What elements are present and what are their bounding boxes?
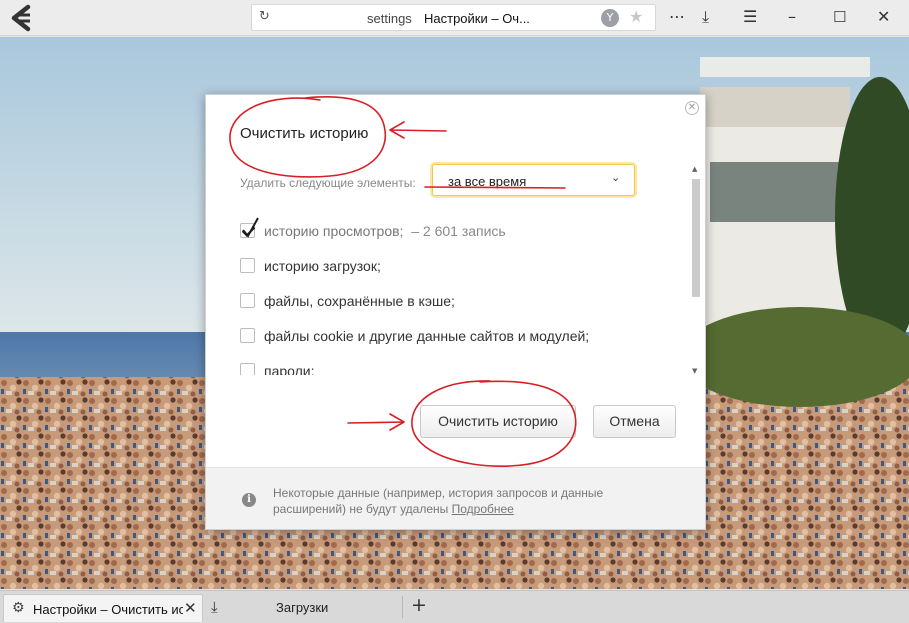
url-text: settings bbox=[367, 11, 412, 26]
browser-toolbar: ↻ settings Настройки – Оч... Y ★ ⋯ ⤓ ☰ –… bbox=[0, 0, 909, 36]
gear-icon: ⚙ bbox=[12, 600, 25, 616]
close-dialog-icon[interactable]: ✕ bbox=[685, 101, 699, 115]
yandex-protect-icon[interactable]: Y bbox=[601, 9, 619, 27]
cancel-button[interactable]: Отмена bbox=[593, 405, 676, 438]
bookmark-star-icon[interactable]: ★ bbox=[629, 7, 643, 26]
items-list: историю просмотров; – 2 601 запись истор… bbox=[234, 215, 689, 375]
checkbox-browsing-history[interactable] bbox=[240, 223, 255, 238]
time-range-select[interactable]: за все время ⌄ bbox=[432, 164, 635, 196]
download-icon[interactable]: ⤓ bbox=[702, 7, 709, 27]
range-label: Удалить следующие элементы: bbox=[240, 176, 416, 190]
note-text: Некоторые данные (например, история запр… bbox=[273, 486, 604, 516]
item-label: файлы cookie и другие данные сайтов и мо… bbox=[264, 328, 590, 344]
list-item[interactable]: историю просмотров; – 2 601 запись bbox=[234, 221, 674, 241]
clear-history-dialog: ✕ Очистить историю Удалить следующие эле… bbox=[205, 94, 706, 530]
checkbox-cookies[interactable] bbox=[240, 328, 255, 343]
item-label: историю просмотров; bbox=[264, 223, 404, 239]
minimize-icon[interactable]: – bbox=[788, 7, 796, 27]
item-label: файлы, сохранённые в кэше; bbox=[264, 293, 455, 309]
maximize-icon[interactable]: ☐ bbox=[833, 7, 846, 27]
list-scrollbar[interactable]: ▲ ▼ bbox=[689, 161, 703, 379]
close-window-icon[interactable]: ✕ bbox=[877, 7, 890, 27]
time-range-value: за все время bbox=[448, 174, 527, 189]
reload-icon[interactable]: ↻ bbox=[259, 9, 270, 24]
menu-icon[interactable]: ☰ bbox=[743, 7, 757, 27]
dialog-footer: i Некоторые данные (например, история за… bbox=[206, 467, 705, 529]
checkbox-passwords[interactable] bbox=[240, 363, 255, 375]
scroll-thumb[interactable] bbox=[692, 179, 700, 297]
clear-history-button[interactable]: Очистить историю bbox=[420, 405, 576, 438]
checkbox-download-history[interactable] bbox=[240, 258, 255, 273]
list-item[interactable]: пароли; bbox=[234, 361, 674, 375]
new-tab-icon[interactable]: + bbox=[411, 594, 427, 616]
more-icon[interactable]: ⋯ bbox=[669, 7, 685, 27]
tab-downloads[interactable]: Загрузки bbox=[276, 600, 328, 615]
chevron-down-icon: ⌄ bbox=[611, 171, 621, 184]
page-title: Настройки – Оч... bbox=[424, 11, 530, 26]
item-label: пароли; bbox=[264, 363, 315, 375]
item-count: – 2 601 запись bbox=[411, 223, 506, 239]
list-item[interactable]: файлы cookie и другие данные сайтов и мо… bbox=[234, 326, 674, 346]
checkbox-cache[interactable] bbox=[240, 293, 255, 308]
close-tab-icon[interactable]: ✕ bbox=[184, 599, 197, 617]
tab-settings[interactable]: ⚙ Настройки – Очистить ис ✕ bbox=[3, 594, 203, 622]
downloads-tab-icon[interactable]: ⤓ bbox=[211, 598, 218, 616]
scroll-down-icon[interactable]: ▼ bbox=[692, 367, 697, 375]
yandex-browser-logo-icon[interactable] bbox=[6, 4, 36, 32]
footer-note: Некоторые данные (например, история запр… bbox=[273, 485, 673, 517]
address-bar[interactable]: ↻ settings Настройки – Оч... Y ★ bbox=[251, 4, 656, 31]
dialog-title: Очистить историю bbox=[240, 125, 369, 142]
tab-strip: ⚙ Настройки – Очистить ис ✕ ⤓ Загрузки + bbox=[0, 590, 909, 623]
tab-divider bbox=[402, 596, 403, 618]
scroll-up-icon[interactable]: ▲ bbox=[692, 165, 697, 173]
tab-title: Настройки – Очистить ис bbox=[33, 602, 183, 617]
list-item[interactable]: файлы, сохранённые в кэше; bbox=[234, 291, 674, 311]
more-info-link[interactable]: Подробнее bbox=[452, 502, 514, 516]
info-icon: i bbox=[242, 493, 256, 507]
list-item[interactable]: историю загрузок; bbox=[234, 256, 674, 276]
item-label: историю загрузок; bbox=[264, 258, 381, 274]
